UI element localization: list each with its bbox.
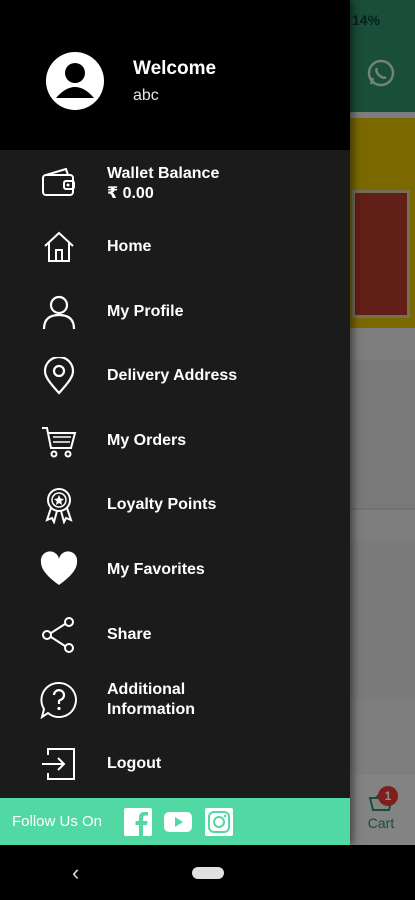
facebook-icon[interactable] xyxy=(123,807,153,837)
share-icon xyxy=(42,617,74,653)
menu-item-my-profile[interactable]: My Profile xyxy=(0,283,350,341)
menu-label-my-profile: My Profile xyxy=(107,303,184,320)
follow-us-bar: Follow Us On xyxy=(0,798,350,845)
menu-label-logout: Logout xyxy=(107,755,162,772)
instagram-icon[interactable] xyxy=(204,807,234,837)
home-gesture-pill[interactable] xyxy=(192,867,224,879)
wallet-icon xyxy=(42,167,75,196)
wallet-label: Wallet Balance xyxy=(107,165,220,182)
heart-icon xyxy=(40,551,78,585)
menu-item-additional-information[interactable]: Additional Information xyxy=(0,671,350,729)
menu-item-share[interactable]: Share xyxy=(0,606,350,664)
back-button[interactable]: ‹ xyxy=(72,860,79,886)
user-icon xyxy=(42,295,76,330)
menu-item-loyalty-points[interactable]: Loyalty Points xyxy=(0,476,350,534)
menu-label-additional-information: Additional Information xyxy=(107,681,195,718)
menu-item-logout[interactable]: Logout xyxy=(0,735,350,793)
welcome-title: Welcome xyxy=(133,58,217,79)
menu-label-loyalty-points: Loyalty Points xyxy=(107,496,217,513)
menu-label-my-favorites: My Favorites xyxy=(107,561,205,578)
wallet-text: Wallet Balance ₹ 0.00 xyxy=(107,164,219,204)
location-pin-icon xyxy=(43,357,75,395)
question-icon xyxy=(40,681,77,719)
wallet-balance-value: ₹ 0.00 xyxy=(107,185,154,202)
follow-us-label: Follow Us On xyxy=(12,813,103,830)
menu-label-home: Home xyxy=(107,238,152,255)
logout-icon xyxy=(42,748,75,780)
menu-item-delivery-address[interactable]: Delivery Address xyxy=(0,347,350,405)
menu-label-delivery-address: Delivery Address xyxy=(107,367,238,384)
badge-icon xyxy=(45,488,73,524)
system-navigation-bar: ‹ xyxy=(0,845,415,900)
home-icon xyxy=(44,231,74,262)
menu-label-share: Share xyxy=(107,626,152,643)
menu-label-my-orders: My Orders xyxy=(107,432,187,449)
cart-icon xyxy=(42,427,77,458)
avatar[interactable] xyxy=(46,52,104,110)
youtube-icon[interactable] xyxy=(163,807,193,837)
username: abc xyxy=(133,87,159,104)
navigation-drawer: Welcome abc Wallet Balance ₹ 0.00 Home M… xyxy=(0,0,350,845)
menu-item-my-orders[interactable]: My Orders xyxy=(0,412,350,470)
menu-item-home[interactable]: Home xyxy=(0,218,350,276)
drawer-header: Welcome abc xyxy=(0,0,350,150)
user-avatar-icon xyxy=(56,63,94,98)
menu-item-my-favorites[interactable]: My Favorites xyxy=(0,541,350,599)
menu-item-wallet[interactable]: Wallet Balance ₹ 0.00 xyxy=(0,155,350,213)
